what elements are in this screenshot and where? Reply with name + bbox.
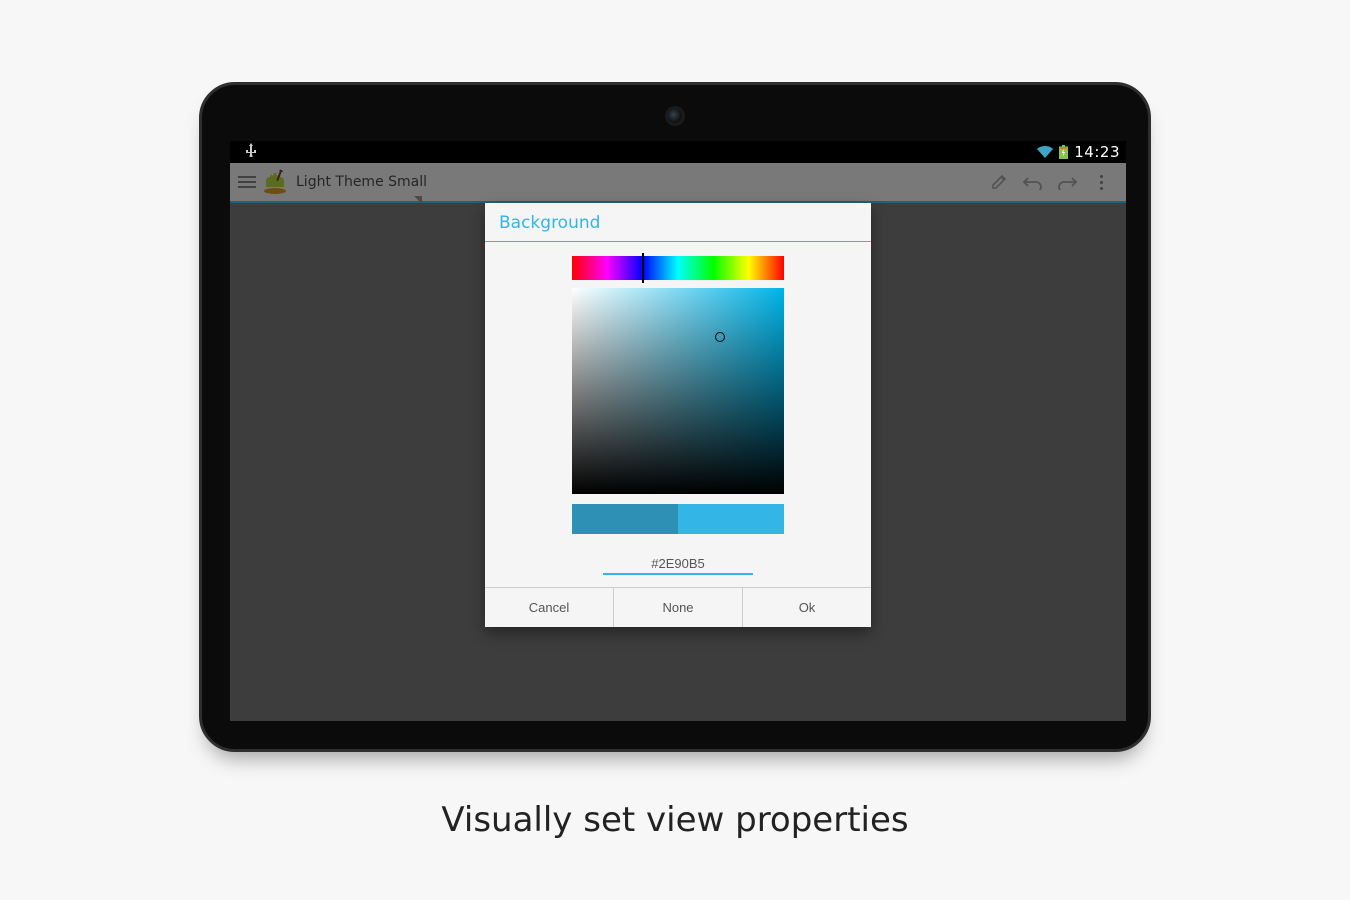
- camera-icon: [668, 109, 682, 123]
- sv-cursor[interactable]: [715, 332, 725, 342]
- none-button[interactable]: None: [614, 588, 743, 627]
- dialog-title: Background: [485, 203, 871, 242]
- hue-cursor[interactable]: [642, 253, 644, 283]
- saturation-value-field[interactable]: [572, 288, 784, 494]
- marketing-caption: Visually set view properties: [441, 800, 908, 840]
- device-screen: 14:23 Light Theme Small: [230, 141, 1126, 721]
- status-clock: 14:23: [1074, 143, 1120, 161]
- hex-input[interactable]: [603, 554, 753, 575]
- battery-icon: [1059, 145, 1068, 159]
- usb-icon: [236, 143, 266, 161]
- dialog-button-bar: Cancel None Ok: [485, 587, 871, 627]
- ok-button[interactable]: Ok: [743, 588, 871, 627]
- tablet-frame: 14:23 Light Theme Small: [199, 82, 1151, 752]
- swatch-current[interactable]: [572, 504, 678, 534]
- hue-slider[interactable]: [572, 256, 784, 280]
- color-picker-dialog: Background Cancel None Ok: [485, 203, 871, 627]
- color-swatches: [572, 504, 784, 534]
- wifi-icon: [1037, 146, 1053, 158]
- status-bar: 14:23: [230, 141, 1126, 163]
- cancel-button[interactable]: Cancel: [485, 588, 614, 627]
- swatch-preview[interactable]: [678, 504, 784, 534]
